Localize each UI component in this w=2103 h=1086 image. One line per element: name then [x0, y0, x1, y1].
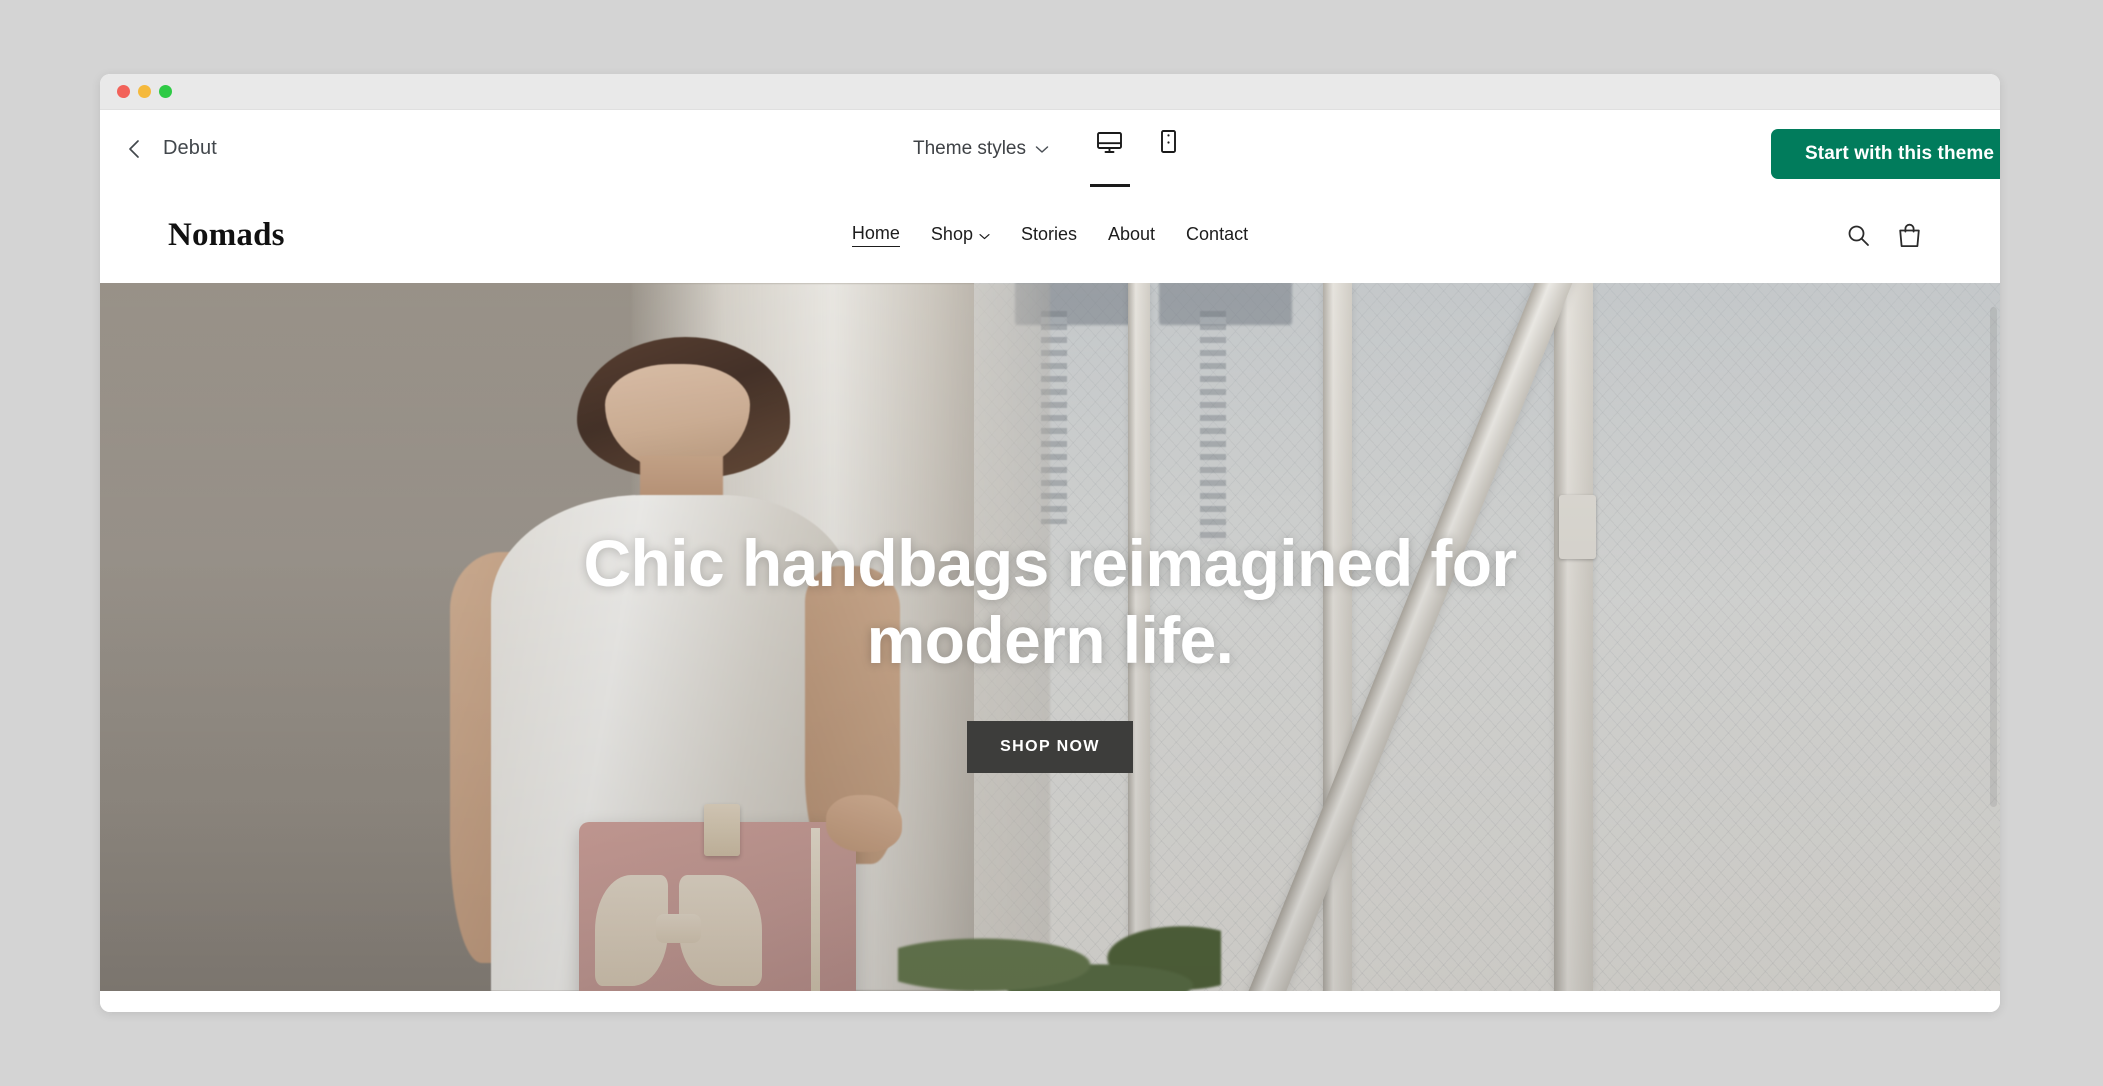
app-window: Debut Theme styles Start with this theme…: [100, 74, 2000, 1012]
mobile-view-button[interactable]: [1139, 110, 1197, 187]
theme-styles-button[interactable]: Theme styles: [903, 132, 1059, 166]
window-titlebar: [100, 74, 2000, 110]
mobile-icon: [1157, 129, 1179, 155]
nav-item-home[interactable]: Home: [851, 223, 900, 247]
minimize-window-button[interactable]: [138, 85, 151, 98]
theme-styles-label: Theme styles: [913, 137, 1026, 159]
nav-item-contact[interactable]: Contact: [1186, 224, 1248, 247]
desktop-view-button[interactable]: [1081, 110, 1139, 187]
shop-now-button[interactable]: SHOP NOW: [967, 720, 1133, 773]
nav-item-shop[interactable]: Shop: [931, 224, 990, 247]
start-with-this-theme-button[interactable]: Start with this theme: [1771, 129, 2000, 179]
shopping-bag-icon[interactable]: [1897, 222, 1922, 249]
hero-content: Chic handbags reimagined for modern life…: [100, 283, 2000, 991]
app-toolbar: Debut Theme styles Start with this theme: [100, 110, 2000, 187]
nav-label: Stories: [1020, 223, 1077, 244]
chevron-down-icon: [1035, 138, 1049, 160]
close-window-button[interactable]: [117, 85, 130, 98]
chevron-down-icon: [979, 224, 990, 245]
storefront-header: Nomads Home Shop Stories About Contact: [100, 187, 2000, 283]
nav-label: About: [1108, 223, 1156, 244]
nav-label: Shop: [930, 223, 973, 244]
nav-label: Contact: [1186, 223, 1249, 244]
nav-label: Home: [851, 223, 900, 243]
nav-item-stories[interactable]: Stories: [1021, 224, 1077, 247]
storefront-nav: Home Shop Stories About Contact: [100, 223, 2000, 247]
search-icon[interactable]: [1846, 223, 1871, 248]
theme-preview-frame: Nomads Home Shop Stories About Contact C…: [100, 187, 2000, 1012]
zoom-window-button[interactable]: [159, 85, 172, 98]
traffic-lights: [117, 85, 172, 98]
desktop-icon: [1096, 130, 1123, 155]
storefront-actions: [1846, 222, 1922, 249]
hero-title: Chic handbags reimagined for modern life…: [583, 526, 1517, 677]
toolbar-right-group: Start with this theme: [1771, 129, 2000, 179]
hero-section: Chic handbags reimagined for modern life…: [100, 283, 2000, 991]
preview-scrollbar[interactable]: [1990, 307, 1997, 807]
viewport-toggle: [1081, 110, 1197, 187]
nav-item-about[interactable]: About: [1108, 224, 1155, 247]
toolbar-center-group: Theme styles: [100, 110, 2000, 187]
